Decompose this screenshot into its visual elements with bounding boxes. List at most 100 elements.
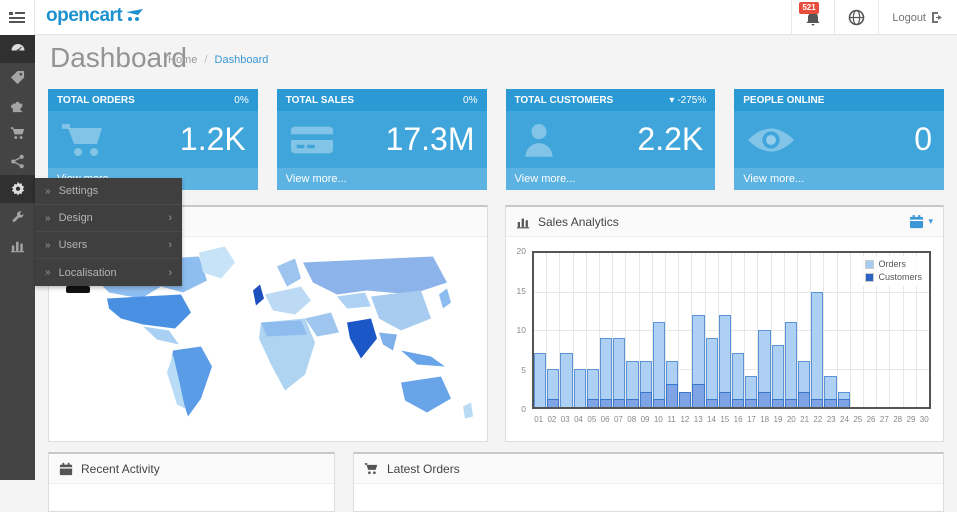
date-range-button[interactable]: ▾: [909, 214, 933, 229]
chart-bar-slot: [613, 253, 626, 407]
opencart-logo[interactable]: opencart: [46, 5, 147, 27]
tile-total-customers: TOTAL CUSTOMERS ▾ -275% 2.2K View more..…: [506, 89, 716, 190]
chart-bar-slot: [811, 253, 824, 407]
opencart-cart-icon: [125, 8, 147, 24]
orders-bar: [785, 322, 797, 407]
map-zoom-button[interactable]: [66, 286, 90, 293]
tile-label: TOTAL SALES: [286, 95, 354, 106]
panel-title: Sales Analytics: [538, 215, 619, 229]
chart-bar-slot: [666, 253, 679, 407]
logout-icon: [931, 11, 944, 24]
sidebar-item-tools[interactable]: [0, 203, 35, 231]
chart-bar-slot: [626, 253, 639, 407]
x-tick-label: 23: [825, 415, 838, 424]
sidebar-item-extensions[interactable]: [0, 91, 35, 119]
chart-bar-slot: [758, 253, 771, 407]
x-tick-label: 20: [785, 415, 798, 424]
reports-chart-icon: [10, 238, 25, 253]
menu-item-design[interactable]: » Design ›: [35, 205, 182, 232]
customers-bar: [666, 384, 678, 407]
chart-bar-slot: [560, 253, 573, 407]
chart-bar-slot: [706, 253, 719, 407]
customers-bar: [745, 399, 757, 407]
tile-total-sales: TOTAL SALES 0% 17.3M View more...: [277, 89, 487, 190]
submenu-arrow-icon: ›: [168, 267, 172, 279]
storefront-button[interactable]: [834, 0, 878, 35]
x-tick-label: 24: [838, 415, 851, 424]
sidebar-item-marketing[interactable]: [0, 147, 35, 175]
logout-button[interactable]: Logout: [878, 0, 957, 35]
sales-analytics-panel: Sales Analytics ▾ 05101520 OrdersCustome…: [505, 205, 944, 442]
menu-item-label: Settings: [59, 185, 99, 197]
customers-bar: [653, 399, 665, 407]
y-tick-label: 20: [517, 246, 526, 256]
x-tick-label: 17: [745, 415, 758, 424]
customers-bar: [640, 392, 652, 407]
view-more-link[interactable]: View more...: [734, 168, 944, 190]
recent-activity-panel: Recent Activity: [48, 452, 335, 512]
x-tick-label: 11: [665, 415, 678, 424]
sidebar-toggle-button[interactable]: [0, 0, 35, 35]
double-chevron-icon: »: [45, 240, 51, 251]
customers-bar: [838, 399, 850, 407]
view-more-link[interactable]: View more...: [506, 168, 716, 190]
legend-entry: Customers: [865, 271, 922, 284]
notification-badge: 521: [799, 2, 818, 14]
legend-label: Customers: [878, 271, 922, 284]
customers-bar: [679, 392, 691, 407]
x-tick-label: 06: [598, 415, 611, 424]
y-tick-label: 15: [517, 286, 526, 296]
customers-bar: [798, 392, 810, 407]
x-tick-label: 15: [718, 415, 731, 424]
sidebar-item-sales[interactable]: [0, 119, 35, 147]
notifications-button[interactable]: 521: [791, 0, 834, 35]
orders-bar: [653, 322, 665, 407]
stat-tiles-row: TOTAL ORDERS 0% 1.2K View more... TOTAL …: [48, 89, 944, 190]
customers-bar: [732, 399, 744, 407]
customers-bar: [587, 399, 599, 407]
chart-bar-slot: [600, 253, 613, 407]
menu-item-localisation[interactable]: » Localisation ›: [35, 259, 182, 286]
menu-item-label: Users: [59, 239, 88, 251]
cart-icon: [60, 120, 108, 160]
tile-value: 2.2K: [637, 121, 703, 158]
breadcrumb-current-link[interactable]: Dashboard: [215, 54, 269, 66]
x-tick-label: 12: [678, 415, 691, 424]
double-chevron-icon: »: [45, 213, 51, 224]
calendar-icon: [909, 214, 924, 229]
customers-bar: [758, 392, 770, 407]
orders-bar: [600, 338, 612, 407]
orders-bar: [534, 353, 546, 407]
breadcrumb-home-link[interactable]: Home: [168, 54, 197, 66]
x-tick-label: 05: [585, 415, 598, 424]
chart-bar-slot: [679, 253, 692, 407]
legend-entry: Orders: [865, 258, 922, 271]
caret-down-icon: ▾: [928, 216, 933, 227]
logo-text: opencart: [46, 5, 122, 27]
customers-bar: [626, 399, 638, 407]
page-title: Dashboard: [50, 42, 187, 74]
dashboard-gauge-icon: [10, 41, 26, 57]
menu-item-users[interactable]: » Users ›: [35, 232, 182, 259]
sales-chart: 05101520 OrdersCustomers 010203040506070…: [532, 251, 931, 436]
latest-orders-panel: Latest Orders: [353, 452, 944, 512]
customers-bar: [772, 399, 784, 407]
menu-item-settings[interactable]: » Settings: [35, 178, 182, 205]
chart-bar-slot: [547, 253, 560, 407]
y-tick-label: 0: [521, 404, 526, 414]
sidebar-item-dashboard[interactable]: [0, 35, 35, 63]
view-more-link[interactable]: View more...: [277, 168, 487, 190]
top-bar: opencart 521 Logout: [0, 0, 957, 35]
legend-swatch: [865, 260, 874, 269]
chart-bar-slot: [640, 253, 653, 407]
customers-bar: [719, 392, 731, 407]
orders-bar: [811, 292, 823, 408]
sidebar-item-reports[interactable]: [0, 231, 35, 259]
chart-yticks: 05101520: [510, 251, 528, 409]
tile-value: 1.2K: [180, 121, 246, 158]
x-tick-label: 03: [559, 415, 572, 424]
sidebar-item-system[interactable]: [0, 175, 35, 203]
customers-bar: [547, 399, 559, 407]
x-tick-label: 04: [572, 415, 585, 424]
sidebar-item-catalog[interactable]: [0, 63, 35, 91]
